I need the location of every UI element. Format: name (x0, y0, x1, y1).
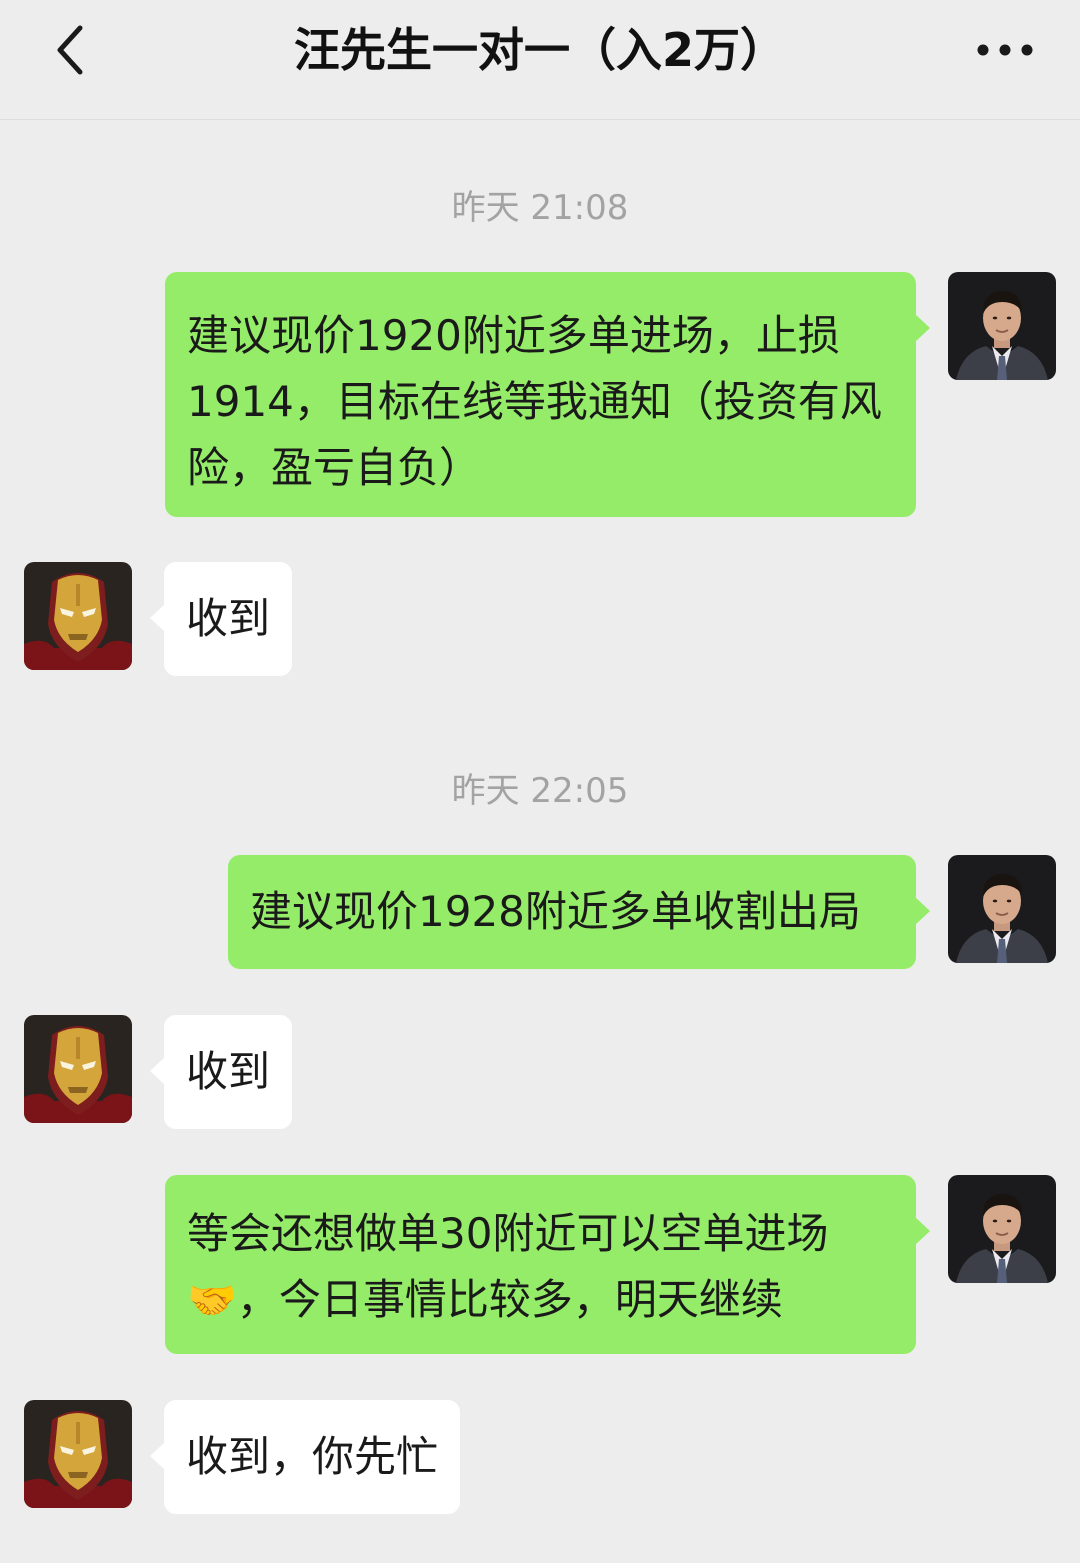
bubble-tail (150, 604, 165, 632)
message-bubble-incoming[interactable]: 收到，你先忙 (150, 1400, 461, 1514)
bubble-tail (915, 1217, 930, 1245)
timestamp: 昨天 22:05 (451, 771, 629, 811)
message-bubble-incoming[interactable]: 收到 (150, 1015, 293, 1129)
chat-title: 汪先生一对一（入2万） (293, 23, 786, 77)
message-bubble-outgoing[interactable]: 等会还想做单30附近可以空单进场 🤝，今日事情比较多，明天继续 (165, 1175, 930, 1354)
message-text: 收到，你先忙 (186, 1432, 439, 1481)
iron-man-helmet-avatar-icon (24, 562, 132, 670)
bubble-tail (150, 1057, 165, 1085)
message-bubble-incoming[interactable]: 收到 (150, 562, 293, 676)
avatar-other[interactable] (24, 562, 132, 670)
more-dots-icon (977, 44, 1033, 56)
chevron-left-icon (57, 25, 83, 75)
more-options-button[interactable] (970, 20, 1040, 80)
message-text: 等会还想做单30附近可以空单进场 (187, 1209, 829, 1258)
message-text: 建议现价1920附近多单进场，止损1914，目标在线等我通知（投资有风险，盈亏自… (187, 311, 882, 492)
message-bubble-outgoing[interactable]: 建议现价1920附近多单进场，止损1914，目标在线等我通知（投资有风险，盈亏自… (165, 272, 930, 517)
iron-man-helmet-avatar-icon (24, 1400, 132, 1508)
chat-header: 汪先生一对一（入2万） (0, 0, 1080, 120)
timestamp: 昨天 21:08 (451, 188, 629, 228)
chat-window: 汪先生一对一（入2万） 昨天 21:08 建议现价1920附近多单进场，止损19… (0, 0, 1080, 1563)
man-in-suit-avatar-icon (948, 1175, 1056, 1283)
bubble-tail (915, 897, 930, 925)
man-in-suit-avatar-icon (948, 272, 1056, 380)
avatar-self[interactable] (948, 855, 1056, 963)
avatar-self[interactable] (948, 272, 1056, 380)
avatar-other[interactable] (24, 1400, 132, 1508)
message-text: ，今日事情比较多，明天继续 (236, 1275, 783, 1324)
avatar-other[interactable] (24, 1015, 132, 1123)
message-text: 收到 (186, 1047, 271, 1096)
iron-man-helmet-avatar-icon (24, 1015, 132, 1123)
bubble-tail (915, 314, 930, 342)
back-button[interactable] (40, 20, 100, 80)
avatar-self[interactable] (948, 1175, 1056, 1283)
bubble-tail (150, 1442, 165, 1470)
message-text: 收到 (186, 594, 271, 643)
message-text: 建议现价1928附近多单收割出局 (250, 887, 861, 936)
message-bubble-outgoing[interactable]: 建议现价1928附近多单收割出局 (228, 855, 930, 969)
handshake-emoji-icon: 🤝 (187, 1278, 237, 1324)
man-in-suit-avatar-icon (948, 855, 1056, 963)
